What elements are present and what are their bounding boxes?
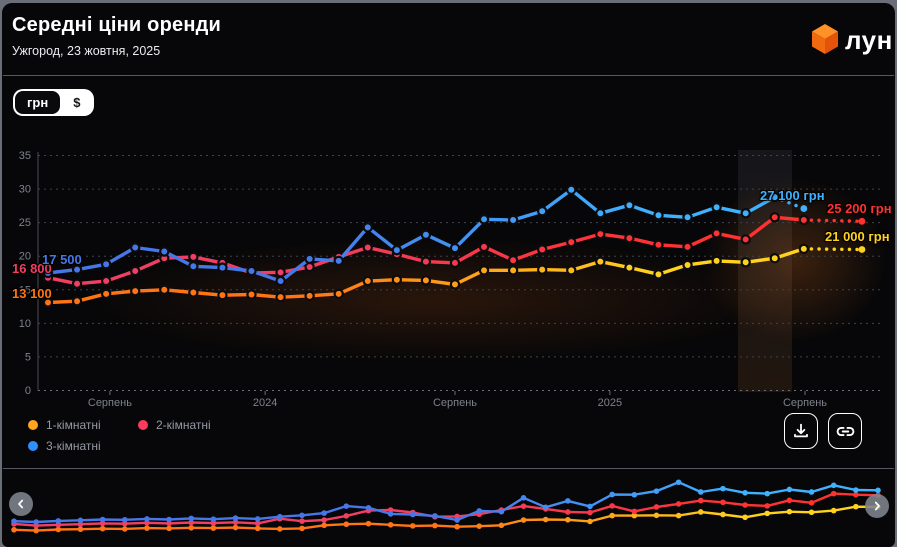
- page: Середні ціни оренди Ужгород, 23 жовтня, …: [0, 0, 897, 547]
- lun-logo-text: лун: [845, 25, 893, 56]
- currency-hrn-button[interactable]: грн: [15, 91, 60, 114]
- legend-label: 2-кімнатні: [156, 418, 211, 432]
- download-icon: [792, 422, 810, 440]
- legend-item-2room[interactable]: 2-кімнатні: [138, 418, 211, 432]
- chevron-left-icon: [15, 498, 27, 510]
- currency-usd-button[interactable]: $: [61, 91, 92, 114]
- minimap-prev-button[interactable]: [9, 492, 33, 516]
- legend-item-1room[interactable]: 1-кімнатні: [28, 418, 101, 432]
- chevron-right-icon: [871, 500, 883, 512]
- legend-label: 3-кімнатні: [46, 439, 101, 453]
- legend-item-3room[interactable]: 3-кімнатні: [28, 439, 101, 453]
- header-divider: [3, 75, 894, 76]
- lun-cube-icon: [811, 23, 839, 60]
- page-title: Середні ціни оренди: [12, 14, 221, 37]
- widget-card: [2, 3, 895, 547]
- price-label-2room-end: 25 200 грн: [827, 201, 892, 216]
- minimap-next-button[interactable]: [865, 494, 889, 518]
- copy-link-button[interactable]: [828, 413, 862, 449]
- legend-label: 1-кімнатні: [46, 418, 101, 432]
- price-label-3room-end: 27 100 грн: [760, 188, 825, 203]
- price-label-1room-end: 21 000 грн: [825, 229, 890, 244]
- download-button[interactable]: [784, 413, 818, 449]
- link-icon: [836, 422, 855, 441]
- legend-dot-3room-icon: [28, 441, 38, 451]
- legend-dot-2room-icon: [138, 420, 148, 430]
- price-label-1room-start: 13 100: [12, 286, 52, 301]
- page-subtitle: Ужгород, 23 жовтня, 2025: [12, 44, 160, 58]
- minimap-divider: [3, 468, 894, 469]
- price-label-3room-start: 17 500: [42, 252, 82, 267]
- legend-dot-1room-icon: [28, 420, 38, 430]
- currency-toggle[interactable]: грн $: [13, 89, 94, 116]
